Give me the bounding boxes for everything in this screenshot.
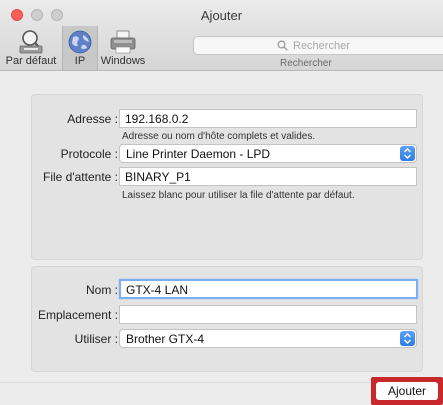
queue-field[interactable]: BINARY_P1 [119, 167, 417, 186]
name-field[interactable]: GTX-4 LAN [119, 279, 418, 299]
title-bar: Ajouter Par défaut IP Windows Rechercher… [0, 0, 443, 71]
location-field[interactable] [119, 305, 417, 324]
toolbar-ip[interactable]: IP [62, 26, 98, 70]
globe-icon [68, 30, 92, 54]
add-button[interactable]: Ajouter [371, 377, 443, 405]
search-input[interactable]: Rechercher [193, 36, 443, 55]
toolbar-windows-label: Windows [100, 55, 146, 67]
protocol-value: Line Printer Daemon - LPD [126, 147, 271, 161]
driver-select[interactable]: Brother GTX-4 [119, 329, 417, 348]
queue-label: File d'attente : [43, 170, 118, 184]
toolbar-windows[interactable]: Windows [98, 26, 148, 70]
toolbar-ip-label: IP [74, 55, 86, 67]
toolbar-default-label: Par défaut [5, 55, 57, 67]
queue-hint: Laissez blanc pour utiliser la file d'at… [122, 190, 355, 201]
search-label: Rechercher [280, 58, 332, 69]
driver-value: Brother GTX-4 [126, 332, 205, 346]
address-field[interactable]: 192.168.0.2 [119, 109, 417, 128]
toolbar-default[interactable]: Par défaut [0, 26, 62, 70]
ip-settings-panel: Adresse : 192.168.0.2 Adresse ou nom d'h… [31, 94, 423, 260]
chevron-updown-icon [400, 331, 415, 346]
windows-printer-icon [110, 30, 136, 54]
name-label: Nom : [85, 283, 118, 297]
location-label: Emplacement : [37, 308, 118, 322]
add-button-label: Ajouter [376, 382, 438, 400]
search-placeholder: Rechercher [293, 40, 350, 52]
address-hint: Adresse ou nom d'hôte complets et valide… [122, 131, 316, 142]
default-printer-icon [19, 30, 43, 54]
add-printer-window: Ajouter Par défaut IP Windows Rechercher… [0, 0, 443, 405]
search-icon [277, 40, 288, 51]
use-label: Utiliser : [74, 332, 118, 346]
address-label: Adresse : [67, 112, 118, 126]
chevron-updown-icon [400, 146, 415, 161]
window-title: Ajouter [200, 8, 243, 23]
protocol-select[interactable]: Line Printer Daemon - LPD [119, 144, 417, 163]
printer-info-panel: Nom : GTX-4 LAN Emplacement : Utiliser :… [31, 266, 423, 372]
protocol-label: Protocole : [60, 147, 118, 161]
